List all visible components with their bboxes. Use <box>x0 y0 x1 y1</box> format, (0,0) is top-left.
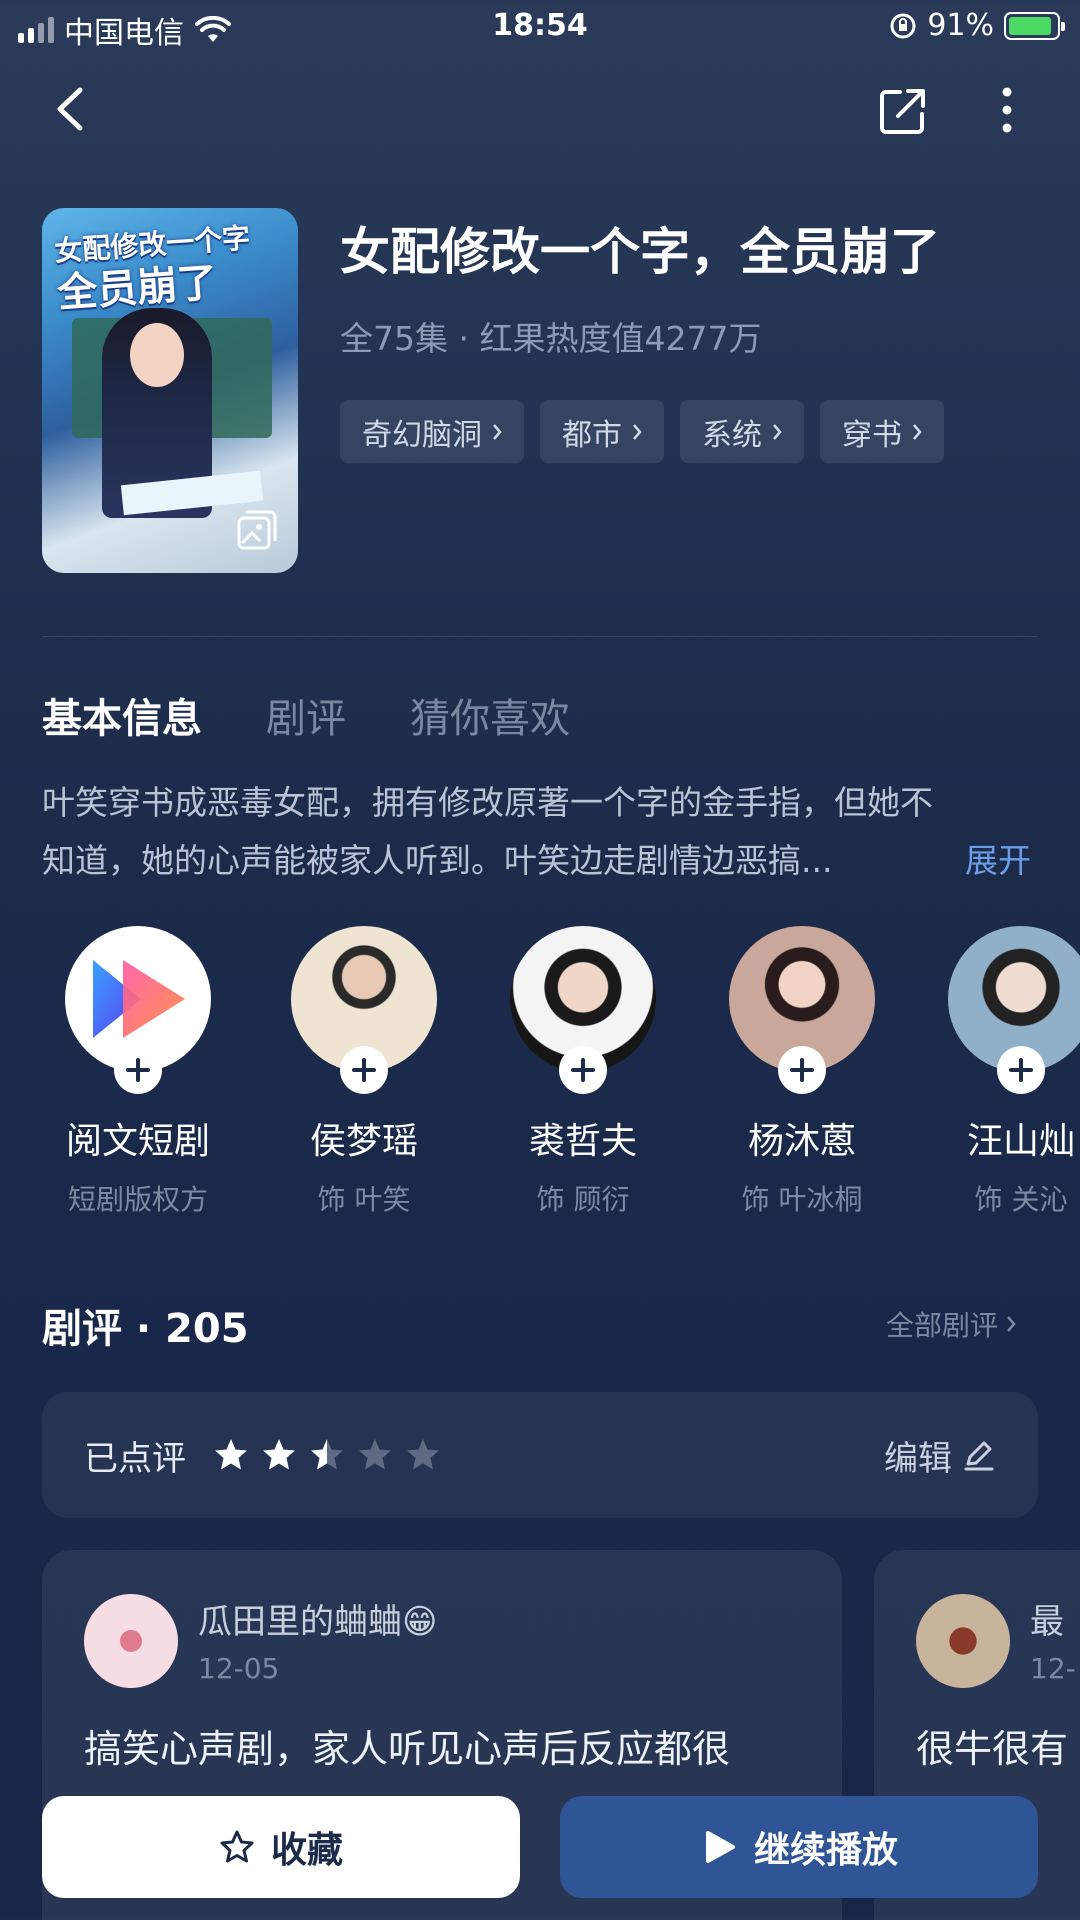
battery-icon <box>1004 11 1065 40</box>
chevron-right-icon <box>633 423 642 440</box>
cast-item[interactable]: 杨沐蒽 饰 叶冰桐 <box>702 926 902 1216</box>
cast-role: 饰 叶冰桐 <box>741 1183 863 1216</box>
follow-plus-icon[interactable] <box>997 1046 1045 1094</box>
star-icon[interactable] <box>214 1438 248 1472</box>
cast-list: 阅文短剧 短剧版权方 侯梦瑶 饰 叶笑 裘哲夫 饰 顾衍 杨沐蒽 饰 叶冰桐 汪… <box>42 926 1080 1216</box>
orientation-lock-icon <box>890 13 916 38</box>
tag-chip[interactable]: 都市 <box>540 400 664 463</box>
follow-plus-icon[interactable] <box>114 1046 162 1094</box>
expand-link[interactable]: 展开 <box>965 832 1031 890</box>
cast-item[interactable]: 阅文短剧 短剧版权方 <box>42 926 238 1216</box>
status-bar: 中国电信 18:54 91% <box>0 0 1080 54</box>
my-rating-bar[interactable]: 已点评 编辑 <box>42 1392 1038 1518</box>
review-username: 瓜田里的蛐蛐😁 <box>198 1602 438 1642</box>
tag-list: 奇幻脑洞 都市 系统 穿书 <box>340 400 944 463</box>
avatar[interactable] <box>84 1594 178 1688</box>
review-date: 12-05 <box>198 1652 280 1685</box>
cast-name: 杨沐蒽 <box>747 1121 856 1162</box>
cast-name: 裘哲夫 <box>528 1121 637 1162</box>
avatar[interactable] <box>916 1594 1010 1688</box>
cast-item[interactable]: 汪山灿 饰 关沁 <box>921 926 1080 1216</box>
synopsis: 叶笑穿书成恶毒女配，拥有修改原著一个字的金手指，但她不 知道，她的心声能被家人听… <box>42 783 933 880</box>
continue-play-button[interactable]: 继续播放 <box>560 1796 1038 1898</box>
chevron-right-icon <box>913 423 922 440</box>
review-text: 很牛很有 <box>916 1727 1069 1771</box>
cast-item[interactable]: 裘哲夫 饰 顾衍 <box>483 926 683 1216</box>
review-date: 12- <box>1030 1652 1076 1685</box>
star-icon[interactable] <box>310 1438 344 1472</box>
divider <box>42 636 1038 637</box>
tag-chip[interactable]: 系统 <box>680 400 804 463</box>
edit-review-button[interactable]: 编辑 <box>884 1431 996 1480</box>
rated-label: 已点评 <box>84 1438 186 1479</box>
cast-role: 饰 关沁 <box>974 1183 1068 1216</box>
tab-basic-info[interactable]: 基本信息 <box>42 686 202 744</box>
cast-name: 汪山灿 <box>966 1121 1075 1162</box>
back-icon[interactable] <box>50 82 90 136</box>
cast-role: 饰 顾衍 <box>536 1183 630 1216</box>
tag-chip[interactable]: 奇幻脑洞 <box>340 400 524 463</box>
show-meta: 全75集 · 红果热度值4277万 <box>340 319 762 358</box>
more-vertical-icon[interactable] <box>990 86 1024 136</box>
tab-bar: 基本信息 剧评 猜你喜欢 <box>42 686 570 744</box>
share-icon[interactable] <box>878 86 928 136</box>
chevron-right-icon <box>1007 1316 1016 1332</box>
show-title: 女配修改一个字，全员崩了 <box>340 223 940 281</box>
cast-item[interactable]: 侯梦瑶 饰 叶笑 <box>264 926 464 1216</box>
cast-role: 短剧版权方 <box>67 1183 208 1216</box>
tag-chip[interactable]: 穿书 <box>820 400 944 463</box>
tab-recommendations[interactable]: 猜你喜欢 <box>410 686 570 744</box>
follow-plus-icon[interactable] <box>559 1046 607 1094</box>
follow-plus-icon[interactable] <box>340 1046 388 1094</box>
cast-role: 饰 叶笑 <box>317 1183 411 1216</box>
cast-name: 侯梦瑶 <box>309 1121 418 1162</box>
play-icon <box>705 1831 735 1863</box>
chevron-right-icon <box>773 423 782 440</box>
follow-plus-icon[interactable] <box>778 1046 826 1094</box>
poster-title: 女配修改一个字 全员崩了 <box>53 221 252 317</box>
star-icon[interactable] <box>262 1438 296 1472</box>
star-icon[interactable] <box>406 1438 440 1472</box>
star-outline-icon <box>220 1830 254 1863</box>
favorite-button[interactable]: 收藏 <box>42 1796 520 1898</box>
cast-name: 阅文短剧 <box>65 1121 210 1162</box>
edit-icon <box>964 1441 994 1471</box>
reviews-title: 剧评 · 205 <box>42 1306 249 1352</box>
star-rating[interactable] <box>214 1438 440 1472</box>
review-text: 搞笑心声剧，家人听见心声后反应都很 <box>84 1727 731 1771</box>
all-reviews-link[interactable]: 全部剧评 <box>886 1304 1016 1344</box>
battery-percent: 91% <box>927 8 994 43</box>
gallery-icon[interactable] <box>236 509 278 551</box>
review-username: 最 <box>1030 1602 1064 1642</box>
tab-reviews[interactable]: 剧评 <box>266 686 346 744</box>
chevron-right-icon <box>493 423 502 440</box>
star-icon[interactable] <box>358 1438 392 1472</box>
show-poster[interactable]: 女配修改一个字 全员崩了 <box>42 208 298 573</box>
